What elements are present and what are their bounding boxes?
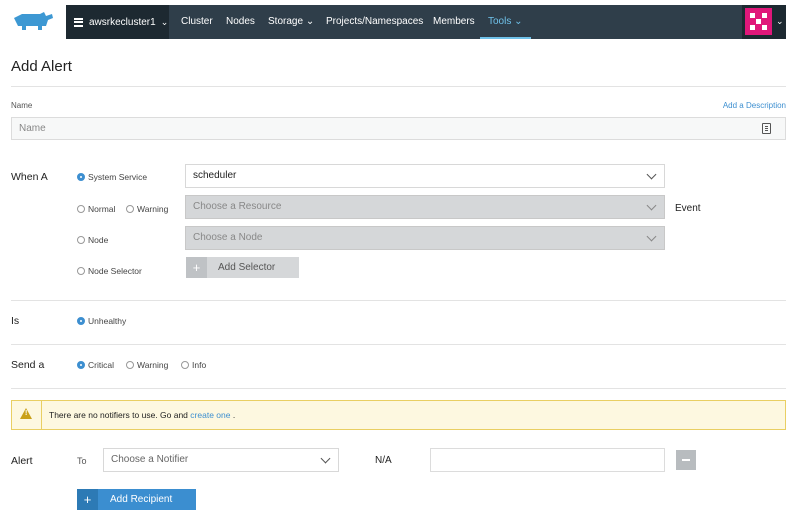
name-placeholder: Name bbox=[19, 123, 46, 134]
radio-label: Critical bbox=[88, 360, 114, 370]
nav-nodes[interactable]: Nodes bbox=[226, 5, 255, 39]
page-title: Add Alert bbox=[11, 58, 72, 75]
divider bbox=[11, 86, 786, 87]
user-menu[interactable]: ⌄ bbox=[742, 5, 786, 39]
main-nav: awsrkecluster1 ⌄ Cluster Nodes Storage ⌄… bbox=[66, 5, 786, 39]
chevron-down-icon: ⌄ bbox=[305, 16, 315, 27]
radio-unhealthy[interactable]: Unhealthy bbox=[77, 316, 126, 326]
grid-icon bbox=[74, 17, 83, 27]
node-select[interactable]: Choose a Node bbox=[185, 226, 665, 250]
radio-label: System Service bbox=[88, 172, 148, 182]
chevron-down-icon bbox=[646, 200, 657, 211]
notes-icon[interactable] bbox=[762, 123, 771, 134]
radio-normal[interactable]: Normal bbox=[77, 204, 115, 214]
alert-label: Alert bbox=[11, 455, 33, 467]
radio-icon bbox=[77, 205, 85, 213]
avatar bbox=[745, 8, 772, 35]
is-label: Is bbox=[11, 315, 20, 327]
radio-icon bbox=[181, 361, 189, 369]
nav-cluster[interactable]: Cluster bbox=[181, 5, 213, 39]
notifier-placeholder: Choose a Notifier bbox=[111, 454, 189, 465]
nav-storage-label: Storage bbox=[268, 16, 304, 27]
add-recipient-label: Add Recipient bbox=[110, 494, 173, 505]
event-label: Event bbox=[675, 203, 701, 214]
radio-label: Unhealthy bbox=[88, 316, 127, 326]
top-bar: awsrkecluster1 ⌄ Cluster Nodes Storage ⌄… bbox=[0, 0, 798, 45]
radio-node[interactable]: Node bbox=[77, 235, 108, 245]
notifier-select[interactable]: Choose a Notifier bbox=[103, 448, 339, 472]
nav-projects-namespaces[interactable]: Projects/Namespaces bbox=[326, 5, 423, 39]
radio-icon bbox=[77, 267, 85, 275]
radio-label: Node bbox=[88, 235, 109, 245]
plus-icon: + bbox=[77, 489, 98, 510]
service-value: scheduler bbox=[193, 170, 237, 181]
radio-icon bbox=[126, 205, 134, 213]
add-description-link[interactable]: Add a Description bbox=[723, 101, 786, 110]
remove-recipient-button[interactable] bbox=[676, 450, 696, 470]
chevron-down-icon: ⌄ bbox=[160, 16, 169, 27]
chevron-down-icon bbox=[320, 453, 331, 464]
radio-send-warning[interactable]: Warning bbox=[126, 360, 168, 370]
add-recipient-button[interactable]: + Add Recipient bbox=[77, 489, 196, 510]
recipient-input[interactable] bbox=[430, 448, 665, 472]
radio-label: Warning bbox=[137, 360, 169, 370]
radio-label: Node Selector bbox=[88, 266, 142, 276]
radio-icon bbox=[126, 361, 134, 369]
chevron-down-icon bbox=[646, 169, 657, 180]
chevron-down-icon: ⌄ bbox=[776, 16, 784, 26]
chevron-down-icon bbox=[646, 231, 657, 242]
divider bbox=[11, 388, 786, 389]
banner-tail: . bbox=[232, 410, 236, 420]
radio-selected-icon bbox=[77, 317, 85, 325]
radio-selected-icon bbox=[77, 361, 85, 369]
create-notifier-link[interactable]: create one bbox=[190, 410, 230, 420]
nav-members[interactable]: Members bbox=[433, 5, 475, 39]
divider bbox=[11, 344, 786, 345]
nav-tools[interactable]: Tools ⌄ bbox=[480, 5, 531, 39]
radio-node-selector[interactable]: Node Selector bbox=[77, 266, 142, 276]
nav-storage[interactable]: Storage ⌄ bbox=[268, 5, 314, 39]
banner-text: There are no notifiers to use. Go and cr… bbox=[49, 410, 235, 420]
add-selector-button[interactable]: + Add Selector bbox=[186, 257, 299, 278]
resource-placeholder: Choose a Resource bbox=[193, 201, 282, 212]
node-placeholder: Choose a Node bbox=[193, 232, 263, 243]
radio-label: Normal bbox=[88, 204, 116, 214]
rancher-logo-icon[interactable] bbox=[10, 10, 56, 32]
nav-tools-label: Tools bbox=[488, 16, 512, 27]
send-label: Send a bbox=[11, 359, 45, 371]
radio-critical[interactable]: Critical bbox=[77, 360, 114, 370]
cluster-selector[interactable]: awsrkecluster1 ⌄ bbox=[66, 5, 169, 39]
banner-message: There are no notifiers to use. Go and bbox=[49, 410, 188, 420]
radio-system-service[interactable]: System Service bbox=[77, 172, 147, 182]
resource-select[interactable]: Choose a Resource bbox=[185, 195, 665, 219]
plus-icon: + bbox=[186, 257, 207, 278]
radio-icon bbox=[77, 236, 85, 244]
radio-label: Warning bbox=[137, 204, 169, 214]
add-selector-label: Add Selector bbox=[218, 262, 276, 273]
to-label: To bbox=[77, 456, 87, 466]
name-input[interactable]: Name bbox=[11, 117, 786, 140]
service-select[interactable]: scheduler bbox=[185, 164, 665, 188]
radio-warning[interactable]: Warning bbox=[126, 204, 168, 214]
warning-icon bbox=[12, 401, 42, 429]
cluster-name: awsrkecluster1 bbox=[89, 16, 156, 28]
chevron-down-icon: ⌄ bbox=[514, 16, 523, 27]
when-label: When A bbox=[11, 171, 48, 183]
divider bbox=[11, 300, 786, 301]
na-label: N/A bbox=[375, 455, 392, 466]
radio-selected-icon bbox=[77, 173, 85, 181]
radio-info[interactable]: Info bbox=[181, 360, 206, 370]
name-label: Name bbox=[11, 101, 33, 110]
no-notifiers-banner: There are no notifiers to use. Go and cr… bbox=[11, 400, 786, 430]
radio-label: Info bbox=[192, 360, 207, 370]
